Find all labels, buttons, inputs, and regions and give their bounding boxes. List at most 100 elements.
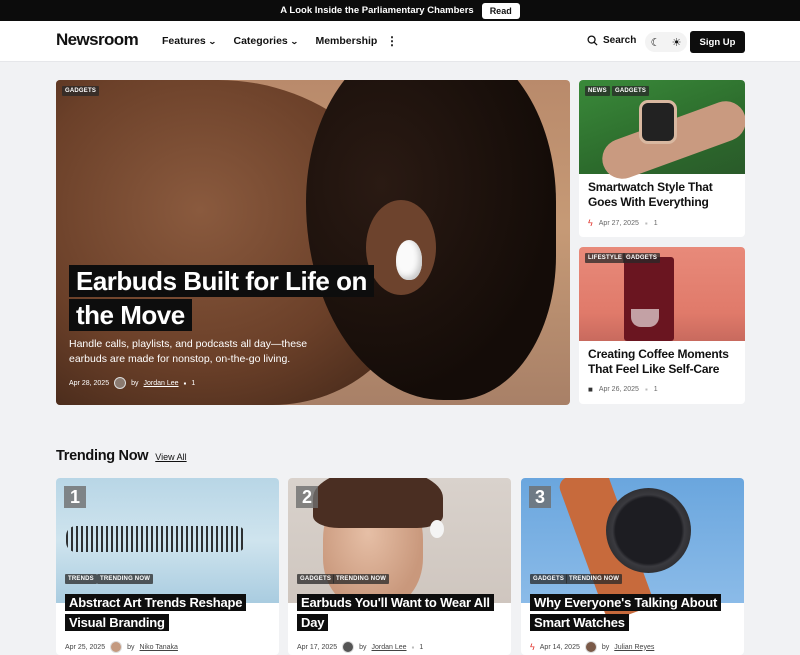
trending-card-meta: ϟ Apr 14, 2025 by Julian Reyes	[530, 641, 654, 653]
avatar	[342, 641, 355, 653]
trending-by: by	[127, 643, 135, 651]
trending-card-title[interactable]: Abstract Art Trends Reshape Visual Brand…	[65, 593, 275, 632]
avatar	[114, 377, 127, 389]
tag-badge[interactable]: GADGETS	[612, 86, 650, 96]
announcement-read-button[interactable]: Read	[481, 2, 520, 19]
side-article-title[interactable]: Smartwatch Style That Goes With Everythi…	[579, 174, 745, 210]
avatar	[110, 641, 123, 653]
trending-card-2[interactable]: 2 GADGETS TRENDING NOW Earbuds You'll Wa…	[288, 478, 511, 655]
trending-author-link[interactable]: Jordan Lee	[372, 644, 407, 651]
tag-badge[interactable]: TRENDING NOW	[97, 574, 154, 584]
abstract-art-image: 1 TRENDS TRENDING NOW	[56, 478, 279, 603]
watch-face	[639, 100, 677, 144]
side-article-meta: ■ Apr 26, 2025 ▪ 1	[579, 377, 745, 394]
search-icon	[587, 35, 598, 46]
lock-icon: ■	[588, 385, 593, 394]
search-label: Search	[603, 35, 637, 46]
nav-categories[interactable]: Categories ⌄	[233, 35, 299, 47]
announcement-text: A Look Inside the Parliamentary Chambers	[280, 5, 474, 16]
trending-card-title-text[interactable]: Abstract Art Trends Reshape Visual Brand…	[65, 594, 247, 631]
view-all-link[interactable]: View All	[155, 452, 186, 462]
trending-by: by	[359, 643, 367, 651]
tag-badge[interactable]: TRENDING NOW	[566, 574, 623, 584]
nav-features[interactable]: Features ⌄	[162, 35, 216, 47]
coffee-cup	[631, 309, 659, 327]
side-date: Apr 26, 2025	[598, 386, 639, 393]
trending-card-title[interactable]: Earbuds You'll Want to Wear All Day	[297, 593, 507, 632]
hero-by: by	[131, 379, 139, 387]
bolt-icon: ϟ	[588, 218, 593, 228]
earbuds-portrait-image: 2 GADGETS TRENDING NOW	[288, 478, 511, 608]
trending-card-meta: Apr 25, 2025 by Niko Tanaka	[65, 641, 178, 653]
coffee-image: LIFESTYLE GADGETS	[579, 247, 745, 341]
trending-card-title[interactable]: Why Everyone's Talking About Smart Watch…	[530, 593, 740, 632]
hair-shape	[313, 478, 443, 528]
tag-badge[interactable]: NEWS	[585, 86, 610, 96]
trending-card-title-text[interactable]: Earbuds You'll Want to Wear All Day	[297, 594, 494, 631]
hero-date: Apr 28, 2025	[69, 379, 110, 387]
rank-number: 1	[64, 486, 86, 508]
earbud-shape	[430, 520, 444, 538]
hero-author-link[interactable]: Jordan Lee	[144, 380, 179, 387]
trending-author-link[interactable]: Julian Reyes	[614, 644, 654, 651]
trending-author-link[interactable]: Niko Tanaka	[140, 644, 178, 651]
bolt-icon: ϟ	[530, 642, 535, 652]
site-logo[interactable]: Newsroom	[56, 30, 139, 50]
tag-badge[interactable]: TRENDS	[65, 574, 97, 584]
trending-comment-count[interactable]: 1	[419, 644, 423, 651]
theme-toggle[interactable]: ☾ ☀	[645, 32, 687, 52]
rank-number: 3	[529, 486, 551, 508]
nav-categories-label: Categories	[233, 35, 288, 47]
tag-badge[interactable]: TRENDING NOW	[333, 574, 390, 584]
side-date: Apr 27, 2025	[598, 219, 639, 227]
nav-features-label: Features	[162, 35, 206, 47]
side-article-title[interactable]: Creating Coffee Moments That Feel Like S…	[579, 341, 745, 377]
hero-title[interactable]: Earbuds Built for Life on the Move	[69, 264, 374, 332]
sign-up-button[interactable]: Sign Up	[690, 31, 745, 53]
smartwatch-image: NEWS GADGETS	[579, 80, 745, 185]
more-vertical-icon[interactable]: ⋮	[386, 34, 398, 48]
trending-card-title-text[interactable]: Why Everyone's Talking About Smart Watch…	[530, 594, 722, 631]
site-header: Newsroom Features ⌄ Categories ⌄ Members…	[0, 21, 800, 62]
trending-date: Apr 25, 2025	[65, 643, 106, 651]
chevron-down-icon: ⌄	[289, 36, 299, 46]
tag-badge[interactable]: GADGETS	[530, 574, 568, 584]
comment-icon: ▪	[411, 642, 415, 652]
tag-badge[interactable]: GADGETS	[297, 574, 335, 584]
hero-title-text[interactable]: Earbuds Built for Life on the Move	[69, 265, 374, 331]
tag-badge[interactable]: GADGETS	[623, 253, 661, 263]
hero-excerpt: Handle calls, playlists, and podcasts al…	[69, 338, 308, 365]
announcement-bar: A Look Inside the Parliamentary Chambers…	[0, 0, 800, 21]
trending-title: Trending Now	[56, 448, 149, 464]
side-article-1[interactable]: NEWS GADGETS Smartwatch Style That Goes …	[579, 80, 745, 237]
side-comment-count[interactable]: 1	[654, 220, 658, 227]
tag-badge[interactable]: GADGETS	[62, 86, 100, 96]
trending-date: Apr 17, 2025	[297, 643, 338, 651]
trending-card-1[interactable]: 1 TRENDS TRENDING NOW Abstract Art Trend…	[56, 478, 279, 655]
search-button[interactable]: Search	[587, 35, 636, 46]
sun-icon[interactable]: ☀	[672, 36, 682, 49]
nav-membership[interactable]: Membership	[315, 35, 377, 47]
hero-meta: Apr 28, 2025 by Jordan Lee ▪ 1	[69, 377, 195, 389]
earbud-image	[396, 240, 422, 280]
trending-date: Apr 14, 2025	[539, 643, 580, 651]
side-comment-count[interactable]: 1	[654, 386, 658, 393]
smart-watch-image: 3 GADGETS TRENDING NOW	[521, 478, 744, 623]
coffee-machine	[624, 257, 674, 341]
tag-badge[interactable]: LIFESTYLE	[585, 253, 626, 263]
comment-icon: ▪	[183, 378, 187, 388]
avatar	[584, 641, 597, 653]
main-nav: Features ⌄ Categories ⌄ Membership	[162, 35, 377, 47]
side-article-2[interactable]: LIFESTYLE GADGETS Creating Coffee Moment…	[579, 247, 745, 404]
nav-membership-label: Membership	[315, 35, 378, 47]
waveform-shape	[66, 526, 246, 552]
trending-card-meta: Apr 17, 2025 by Jordan Lee ▪ 1	[297, 641, 423, 653]
trending-card-3[interactable]: 3 GADGETS TRENDING NOW Why Everyone's Ta…	[521, 478, 744, 655]
hero-comment-count[interactable]: 1	[191, 380, 195, 387]
moon-icon[interactable]: ☾	[651, 36, 661, 49]
trending-header: Trending Now View All	[56, 448, 187, 464]
comment-icon: ▪	[644, 218, 648, 228]
rank-number: 2	[296, 486, 318, 508]
watch-dial	[606, 488, 691, 573]
side-article-meta: ϟ Apr 27, 2025 ▪ 1	[579, 210, 745, 228]
